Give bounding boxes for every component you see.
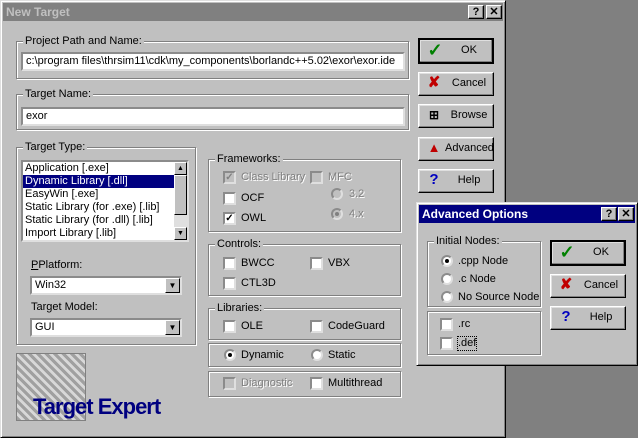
- c-node-radio[interactable]: [441, 273, 453, 285]
- static-radio[interactable]: [311, 349, 323, 361]
- help-title-button[interactable]: ?: [468, 5, 484, 19]
- advanced-cancel-button[interactable]: ✘ Cancel: [550, 274, 626, 298]
- controls-label: Controls:: [215, 238, 264, 250]
- target-model-value: GUI: [35, 321, 55, 333]
- ctl3d-label: CTL3D: [241, 277, 276, 289]
- target-model-select[interactable]: GUI ▼: [30, 318, 182, 337]
- owl-checkbox[interactable]: ✓: [223, 212, 236, 225]
- vbx-label: VBX: [328, 257, 351, 269]
- list-item[interactable]: Static Library (for .exe) [.lib]: [23, 201, 187, 214]
- static-label: Static: [328, 349, 356, 361]
- advanced-help-title-button[interactable]: ?: [601, 207, 617, 221]
- class-library-label: Class Library: [241, 171, 306, 183]
- project-path-label: Project Path and Name:: [23, 35, 144, 47]
- bwcc-label: BWCC: [241, 257, 275, 269]
- frameworks-label: Frameworks:: [215, 153, 283, 165]
- tree-browse-icon: ⊞: [428, 108, 440, 122]
- list-item[interactable]: Application [.exe]: [23, 162, 187, 175]
- scroll-thumb[interactable]: [174, 175, 187, 215]
- platform-value: Win32: [35, 279, 67, 291]
- red-x-icon: ✘: [427, 74, 441, 91]
- def-label: .def: [456, 336, 478, 351]
- question-mark-icon: ?: [561, 308, 571, 325]
- mfc-checkbox[interactable]: [310, 171, 323, 184]
- scroll-up-icon[interactable]: ▲: [174, 162, 187, 175]
- cpp-node-label: .cpp Node: [458, 255, 509, 267]
- frameworks-group: Frameworks:: [208, 153, 401, 232]
- chevron-down-icon[interactable]: ▼: [165, 320, 180, 335]
- question-mark-icon: ?: [429, 171, 439, 188]
- version-4x-label: 4.x: [349, 208, 364, 220]
- advanced-title: Advanced Options: [422, 207, 529, 221]
- red-x-icon: ✘: [559, 276, 573, 293]
- codeguard-checkbox[interactable]: [310, 320, 323, 333]
- cancel-button[interactable]: ✘ Cancel: [418, 72, 494, 96]
- advanced-options-dialog: Advanced Options ? ✕ Initial Nodes: .cpp…: [416, 202, 638, 366]
- target-type-list[interactable]: Application [.exe] Dynamic Library [.dll…: [21, 160, 189, 242]
- rc-checkbox[interactable]: [440, 318, 453, 331]
- chevron-down-icon[interactable]: ▼: [165, 278, 180, 293]
- owl-label: OWL: [241, 212, 267, 224]
- codeguard-label: CodeGuard: [328, 320, 385, 332]
- no-source-node-radio[interactable]: [441, 291, 453, 303]
- green-check-icon: ✓: [559, 242, 575, 262]
- class-library-checkbox[interactable]: ✓: [223, 171, 236, 184]
- list-item-selected[interactable]: Dynamic Library [.dll]: [23, 175, 187, 188]
- list-item[interactable]: Import Library [.lib]: [23, 227, 187, 240]
- dialog-title: New Target: [6, 5, 70, 19]
- diagnostic-checkbox[interactable]: [223, 377, 236, 390]
- logo-text: Target Expert: [33, 394, 161, 419]
- browse-button[interactable]: ⊞ Browse: [418, 104, 494, 128]
- libraries-label: Libraries:: [215, 302, 265, 314]
- c-node-label: .c Node: [458, 273, 496, 285]
- linking-group: [208, 343, 401, 367]
- target-model-label: Target Model:: [31, 301, 98, 313]
- ok-button[interactable]: ✓ OK: [418, 38, 494, 64]
- target-name-input[interactable]: exor: [21, 107, 405, 126]
- cpp-node-radio[interactable]: [441, 255, 453, 267]
- no-source-node-label: No Source Node: [458, 291, 540, 303]
- version-32-label: 3.2: [349, 188, 365, 200]
- dynamic-radio[interactable]: [224, 349, 236, 361]
- multithread-checkbox[interactable]: [310, 377, 323, 390]
- diagnostic-label: Diagnostic: [241, 377, 293, 389]
- version-4x-radio[interactable]: [331, 208, 343, 220]
- target-name-label: Target Name:: [23, 88, 94, 100]
- project-path-input[interactable]: c:\program files\thrsim11\cdk\my_compone…: [21, 52, 405, 71]
- advanced-close-title-button[interactable]: ✕: [618, 207, 634, 221]
- mfc-label: MFC: [328, 171, 352, 183]
- list-scrollbar[interactable]: ▲ ▼: [174, 162, 187, 240]
- toolbox-icon: ▲: [427, 140, 441, 155]
- advanced-help-button[interactable]: ? Help: [550, 306, 626, 330]
- def-checkbox[interactable]: [440, 337, 453, 350]
- ocf-checkbox[interactable]: [223, 192, 236, 205]
- platform-label: PPlatform:: [31, 259, 83, 271]
- advanced-ok-button[interactable]: ✓ OK: [550, 240, 626, 266]
- new-target-titlebar[interactable]: New Target: [3, 3, 503, 21]
- initial-nodes-label: Initial Nodes:: [434, 235, 502, 247]
- controls-group: Controls:: [208, 238, 401, 296]
- ole-label: OLE: [241, 320, 264, 332]
- green-check-icon: ✓: [427, 40, 443, 60]
- list-item[interactable]: Static Library (for .dll) [.lib]: [23, 214, 187, 227]
- scroll-down-icon[interactable]: ▼: [174, 227, 187, 240]
- list-item[interactable]: EasyWin [.exe]: [23, 188, 187, 201]
- bwcc-checkbox[interactable]: [223, 257, 236, 270]
- ocf-label: OCF: [241, 192, 265, 204]
- rc-label: .rc: [458, 318, 471, 330]
- help-button[interactable]: ? Help: [418, 169, 494, 193]
- target-type-label: Target Type:: [23, 141, 88, 153]
- platform-select[interactable]: Win32 ▼: [30, 276, 182, 295]
- dynamic-label: Dynamic: [241, 349, 284, 361]
- ole-checkbox[interactable]: [223, 320, 236, 333]
- close-title-button[interactable]: ✕: [486, 5, 502, 19]
- ctl3d-checkbox[interactable]: [223, 277, 236, 290]
- multithread-label: Multithread: [328, 377, 383, 389]
- vbx-checkbox[interactable]: [310, 257, 323, 270]
- advanced-button[interactable]: ▲ Advanced: [418, 137, 494, 161]
- version-32-radio[interactable]: [331, 188, 343, 200]
